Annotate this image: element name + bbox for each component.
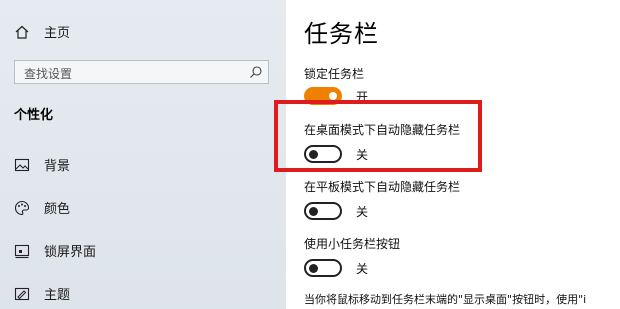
sidebar-item-label: 背景	[44, 159, 71, 174]
theme-icon	[14, 286, 32, 302]
autohide-tablet-toggle[interactable]	[304, 202, 342, 220]
image-icon	[14, 157, 32, 173]
toggle-knob	[309, 263, 318, 273]
sidebar-item-label: 颜色	[44, 202, 71, 217]
setting-label-lock-taskbar: 锁定任务栏	[304, 67, 365, 81]
lock-screen-icon	[14, 243, 32, 259]
page-title: 任务栏	[304, 20, 379, 48]
sidebar-item-home[interactable]: 主页	[14, 22, 70, 41]
toggle-state-label: 关	[356, 204, 369, 219]
home-icon	[14, 24, 32, 40]
search-input[interactable]: 查找设置	[14, 60, 269, 84]
sidebar-item-themes[interactable]: 主题	[14, 284, 70, 303]
sidebar-item-label: 主页	[44, 26, 71, 41]
highlight-box	[274, 100, 482, 172]
section-heading: 个性化	[14, 108, 54, 123]
toggle-state-label: 关	[356, 261, 369, 276]
sidebar-item-label: 主题	[44, 288, 71, 303]
toggle-knob	[329, 92, 337, 100]
toggle-knob	[309, 206, 318, 216]
sidebar: 主页 查找设置 个性化 背景 颜色 锁屏界面 主题	[0, 0, 286, 309]
sidebar-item-background[interactable]: 背景	[14, 155, 70, 174]
small-buttons-toggle[interactable]	[304, 259, 342, 277]
sidebar-item-label: 锁屏界面	[44, 245, 97, 260]
setting-row-small-buttons: 关	[304, 259, 368, 277]
peek-description-text: 当你将鼠标移动到任务栏末端的"显示桌面"按钮时，使用"i	[304, 293, 587, 306]
setting-label-small-buttons: 使用小任务栏按钮	[304, 237, 401, 251]
setting-row-autohide-tablet: 关	[304, 202, 368, 220]
sidebar-item-lock-screen[interactable]: 锁屏界面	[14, 241, 96, 260]
search-icon[interactable]	[249, 65, 263, 79]
palette-icon	[14, 200, 32, 216]
search-placeholder: 查找设置	[24, 67, 73, 81]
sidebar-item-colors[interactable]: 颜色	[14, 198, 70, 217]
setting-label-autohide-tablet: 在平板模式下自动隐藏任务栏	[304, 180, 461, 194]
